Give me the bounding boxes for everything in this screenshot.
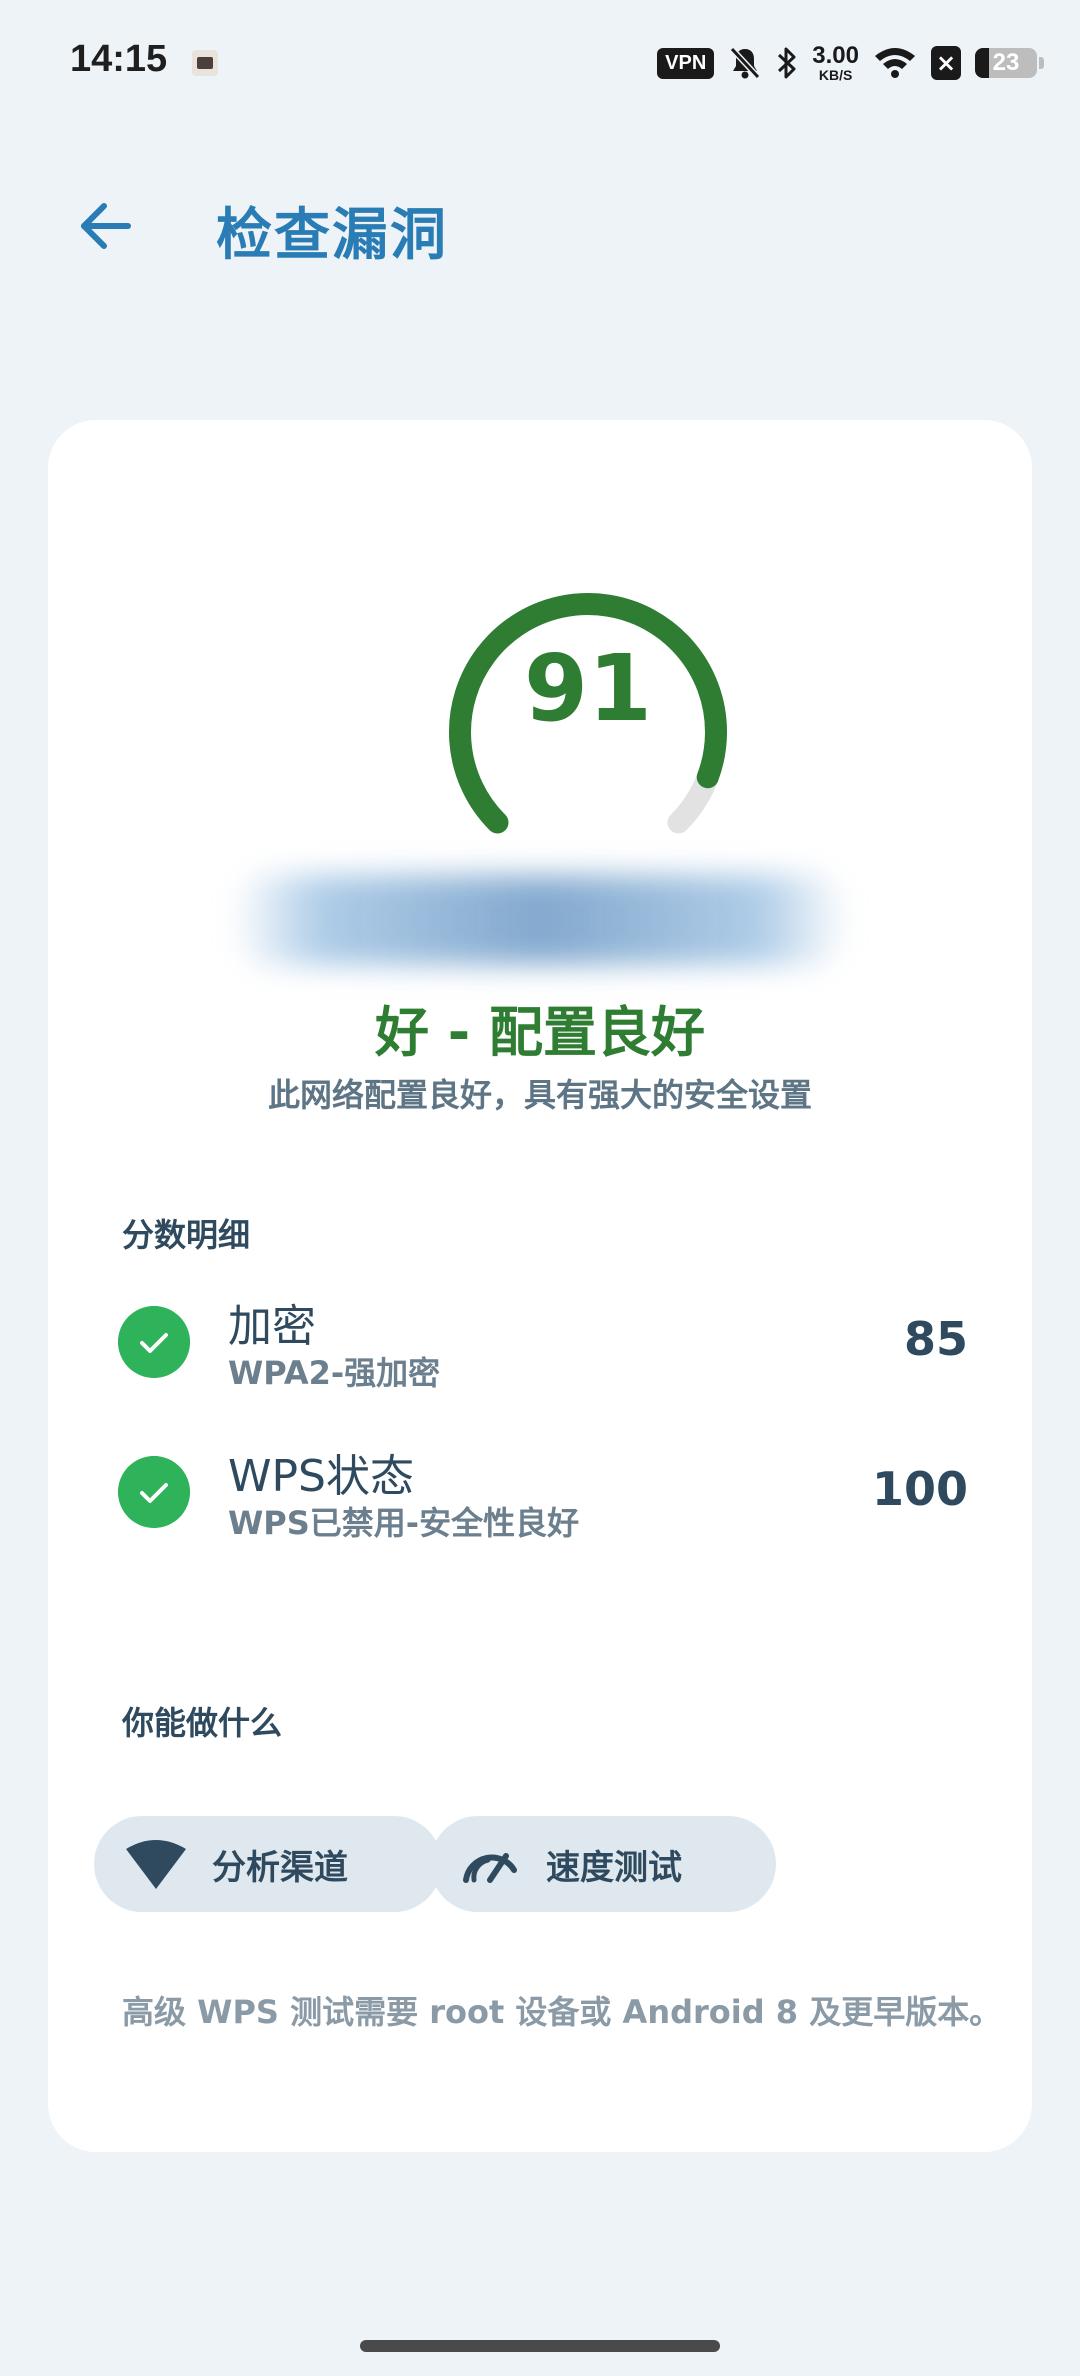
battery-level: 23 bbox=[992, 49, 1020, 76]
wifi-signal-icon bbox=[126, 1840, 186, 1889]
speed-unit: KB/S bbox=[818, 67, 853, 83]
bluetooth-icon bbox=[778, 47, 796, 79]
close-app-icon: × bbox=[931, 46, 961, 80]
notification-app-icon bbox=[192, 50, 218, 76]
rating-description: 此网络配置良好，具有强大的安全设置 bbox=[267, 1076, 812, 1114]
speed-test-button[interactable]: 速度测试 bbox=[430, 1816, 776, 1912]
wps-footnote: 高级 WPS 测试需要 root 设备或 Android 8 及更早版本。 bbox=[122, 1993, 1002, 2031]
breakdown-row-wps: WPS状态 WPS已禁用-安全性良好 100 bbox=[118, 1432, 968, 1552]
status-bar: 14:15 VPN 3.00 KB/S × 23 bbox=[0, 0, 1080, 130]
breakdown-title: WPS状态 bbox=[228, 1451, 414, 1502]
bell-muted-icon bbox=[730, 46, 761, 80]
breakdown-subtitle: WPS已禁用-安全性良好 bbox=[228, 1504, 580, 1542]
battery-icon: 23 bbox=[975, 48, 1037, 78]
vpn-icon: VPN bbox=[657, 47, 715, 79]
check-circle-icon bbox=[118, 1306, 190, 1378]
page-title: 检查漏洞 bbox=[216, 203, 448, 268]
breakdown-subtitle: WPA2-强加密 bbox=[228, 1354, 441, 1392]
speed-test-label: 速度测试 bbox=[546, 1847, 682, 1888]
breakdown-score: 100 bbox=[871, 1462, 968, 1516]
back-arrow-icon[interactable] bbox=[76, 196, 136, 256]
network-speed: 3.00 KB/S bbox=[812, 42, 859, 83]
rating-label: 好 - 配置良好 bbox=[374, 1001, 705, 1064]
security-score: 91 bbox=[523, 635, 653, 742]
breakdown-heading: 分数明细 bbox=[122, 1216, 251, 1254]
network-name-redacted bbox=[230, 875, 850, 965]
home-indicator[interactable] bbox=[360, 2340, 720, 2352]
breakdown-score: 85 bbox=[903, 1312, 968, 1366]
speedometer-icon bbox=[463, 1853, 517, 1883]
wifi-icon bbox=[875, 48, 915, 78]
actions-heading: 你能做什么 bbox=[122, 1704, 283, 1742]
status-icons: VPN 3.00 KB/S × 23 bbox=[657, 40, 1044, 86]
breakdown-row-encryption: 加密 WPA2-强加密 85 bbox=[118, 1282, 968, 1402]
check-circle-icon bbox=[118, 1456, 190, 1528]
analyze-channels-button[interactable]: 分析渠道 bbox=[94, 1816, 442, 1912]
status-time: 14:15 bbox=[70, 38, 168, 80]
analyze-channels-label: 分析渠道 bbox=[212, 1847, 348, 1888]
speed-value: 3.00 bbox=[812, 42, 859, 69]
vulnerability-result-card: 91 好 - 配置良好 此网络配置良好，具有强大的安全设置 分数明细 加密 WP… bbox=[48, 420, 1032, 2152]
battery-tip bbox=[1039, 57, 1044, 69]
breakdown-title: 加密 bbox=[228, 1301, 316, 1352]
